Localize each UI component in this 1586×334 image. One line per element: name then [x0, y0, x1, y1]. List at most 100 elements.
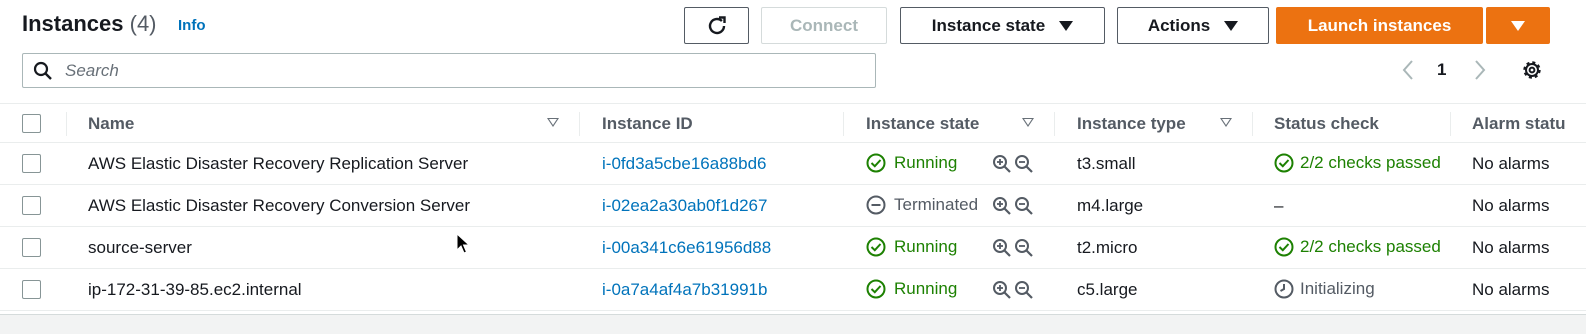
- refresh-icon: [708, 15, 726, 34]
- alarm-status: No alarms: [1472, 238, 1550, 257]
- zoom-controls: [992, 280, 1034, 300]
- zoom-in-icon[interactable]: [992, 196, 1012, 216]
- instance-state-button[interactable]: Instance state: [900, 7, 1105, 44]
- check-circle-icon: [866, 237, 886, 257]
- table-header: Name Instance ID Instance state Instance…: [0, 103, 1586, 143]
- sort-icon[interactable]: [547, 118, 559, 127]
- actions-label: Actions: [1147, 15, 1211, 35]
- column-divider: [1450, 112, 1451, 136]
- column-header-name[interactable]: Name: [88, 114, 134, 134]
- instance-name: source-server: [88, 238, 192, 257]
- connect-button[interactable]: Connect: [761, 7, 887, 44]
- table-row[interactable]: AWS Elastic Disaster Recovery Conversion…: [0, 185, 1586, 227]
- instance-id-link[interactable]: i-0fd3a5cbe16a88bd6: [602, 154, 766, 174]
- status-label: Initializing: [1300, 279, 1375, 298]
- check-circle-icon: [866, 279, 886, 299]
- instance-state: Running: [866, 237, 957, 257]
- column-divider: [843, 112, 844, 136]
- launch-instances-button[interactable]: Launch instances: [1276, 7, 1483, 44]
- row-checkbox[interactable]: [22, 280, 41, 299]
- table-row[interactable]: source-server i-00a341c6e61956d88 Runnin…: [0, 227, 1586, 269]
- caret-down-icon: [1511, 20, 1525, 31]
- select-all-checkbox[interactable]: [22, 114, 41, 133]
- zoom-in-icon[interactable]: [992, 238, 1012, 258]
- check-circle-icon: [866, 153, 886, 173]
- zoom-controls: [992, 154, 1034, 174]
- instance-type: m4.large: [1077, 196, 1144, 215]
- zoom-in-icon[interactable]: [992, 280, 1012, 300]
- refresh-button[interactable]: [684, 7, 749, 44]
- instance-state: Terminated: [866, 195, 978, 215]
- instance-id-link[interactable]: i-0a7a4af4a7b31991b: [602, 280, 767, 300]
- sort-icon[interactable]: [1022, 118, 1034, 127]
- instance-state-label: Instance state: [931, 15, 1046, 35]
- column-divider: [66, 112, 67, 136]
- state-label: Running: [894, 279, 958, 298]
- zoom-out-icon[interactable]: [1014, 196, 1034, 216]
- zoom-out-icon[interactable]: [1014, 238, 1034, 258]
- zoom-controls: [992, 238, 1034, 258]
- instance-type: t3.small: [1077, 154, 1136, 173]
- row-checkbox[interactable]: [22, 238, 41, 257]
- clock-icon: [1274, 279, 1294, 299]
- gear-icon[interactable]: [1520, 58, 1544, 82]
- status-check: 2/2 checks passed: [1274, 237, 1441, 257]
- column-divider: [579, 112, 580, 136]
- state-label: Terminated: [894, 195, 979, 214]
- status-label: 2/2 checks passed: [1300, 153, 1441, 172]
- alarm-status: No alarms: [1472, 196, 1550, 215]
- search-input[interactable]: [65, 58, 865, 84]
- info-link[interactable]: Info: [178, 17, 206, 34]
- search-field[interactable]: [22, 53, 876, 88]
- page-header: Instances (4) Info Connect Instance stat…: [0, 0, 1586, 52]
- instance-type: c5.large: [1077, 280, 1138, 299]
- zoom-controls: [992, 196, 1034, 216]
- state-label: Running: [894, 237, 958, 256]
- instance-id-link[interactable]: i-00a341c6e61956d88: [602, 238, 771, 258]
- table-row[interactable]: AWS Elastic Disaster Recovery Replicatio…: [0, 143, 1586, 185]
- split-panel-divider[interactable]: [0, 314, 1586, 334]
- column-header-instance-state[interactable]: Instance state: [866, 114, 979, 134]
- instance-id-link[interactable]: i-02ea2a30ab0f1d267: [602, 196, 767, 216]
- instance-name: AWS Elastic Disaster Recovery Replicatio…: [88, 154, 469, 173]
- status-label: 2/2 checks passed: [1300, 237, 1441, 256]
- alarm-status: No alarms: [1472, 280, 1550, 299]
- row-checkbox[interactable]: [22, 154, 41, 173]
- current-page[interactable]: 1: [1437, 60, 1446, 80]
- table-row[interactable]: ip-172-31-39-85.ec2.internal i-0a7a4af4a…: [0, 269, 1586, 311]
- state-label: Running: [894, 153, 958, 172]
- status-check: –: [1274, 196, 1284, 215]
- mouse-cursor-icon: [456, 233, 470, 254]
- instance-name: AWS Elastic Disaster Recovery Conversion…: [88, 196, 470, 215]
- column-header-alarm-status[interactable]: Alarm statu: [1472, 114, 1566, 134]
- search-icon: [33, 61, 52, 80]
- sort-icon[interactable]: [1220, 118, 1232, 127]
- zoom-out-icon[interactable]: [1014, 154, 1034, 174]
- chevron-right-icon[interactable]: [1470, 58, 1490, 82]
- instance-type: t2.micro: [1077, 238, 1138, 257]
- minus-circle-icon: [866, 195, 886, 215]
- check-circle-icon: [1274, 153, 1294, 173]
- instance-name: ip-172-31-39-85.ec2.internal: [88, 280, 302, 299]
- instance-state: Running: [866, 153, 957, 173]
- caret-down-icon: [1059, 20, 1074, 31]
- title-text: Instances: [22, 11, 124, 36]
- row-checkbox[interactable]: [22, 196, 41, 215]
- alarm-status: No alarms: [1472, 154, 1550, 173]
- column-header-instance-id[interactable]: Instance ID: [602, 114, 693, 134]
- zoom-in-icon[interactable]: [992, 154, 1012, 174]
- instance-state: Running: [866, 279, 957, 299]
- column-header-status-check[interactable]: Status check: [1274, 114, 1379, 134]
- caret-down-icon: [1224, 20, 1239, 31]
- column-header-instance-type[interactable]: Instance type: [1077, 114, 1186, 134]
- column-divider: [1054, 112, 1055, 136]
- actions-button[interactable]: Actions: [1117, 7, 1269, 44]
- zoom-out-icon[interactable]: [1014, 280, 1034, 300]
- status-check: 2/2 checks passed: [1274, 153, 1441, 173]
- status-check: Initializing: [1274, 279, 1375, 299]
- instance-count: (4): [129, 11, 157, 36]
- check-circle-icon: [1274, 237, 1294, 257]
- page-title: Instances (4): [22, 11, 157, 37]
- launch-dropdown-button[interactable]: [1486, 7, 1550, 44]
- chevron-left-icon[interactable]: [1398, 58, 1418, 82]
